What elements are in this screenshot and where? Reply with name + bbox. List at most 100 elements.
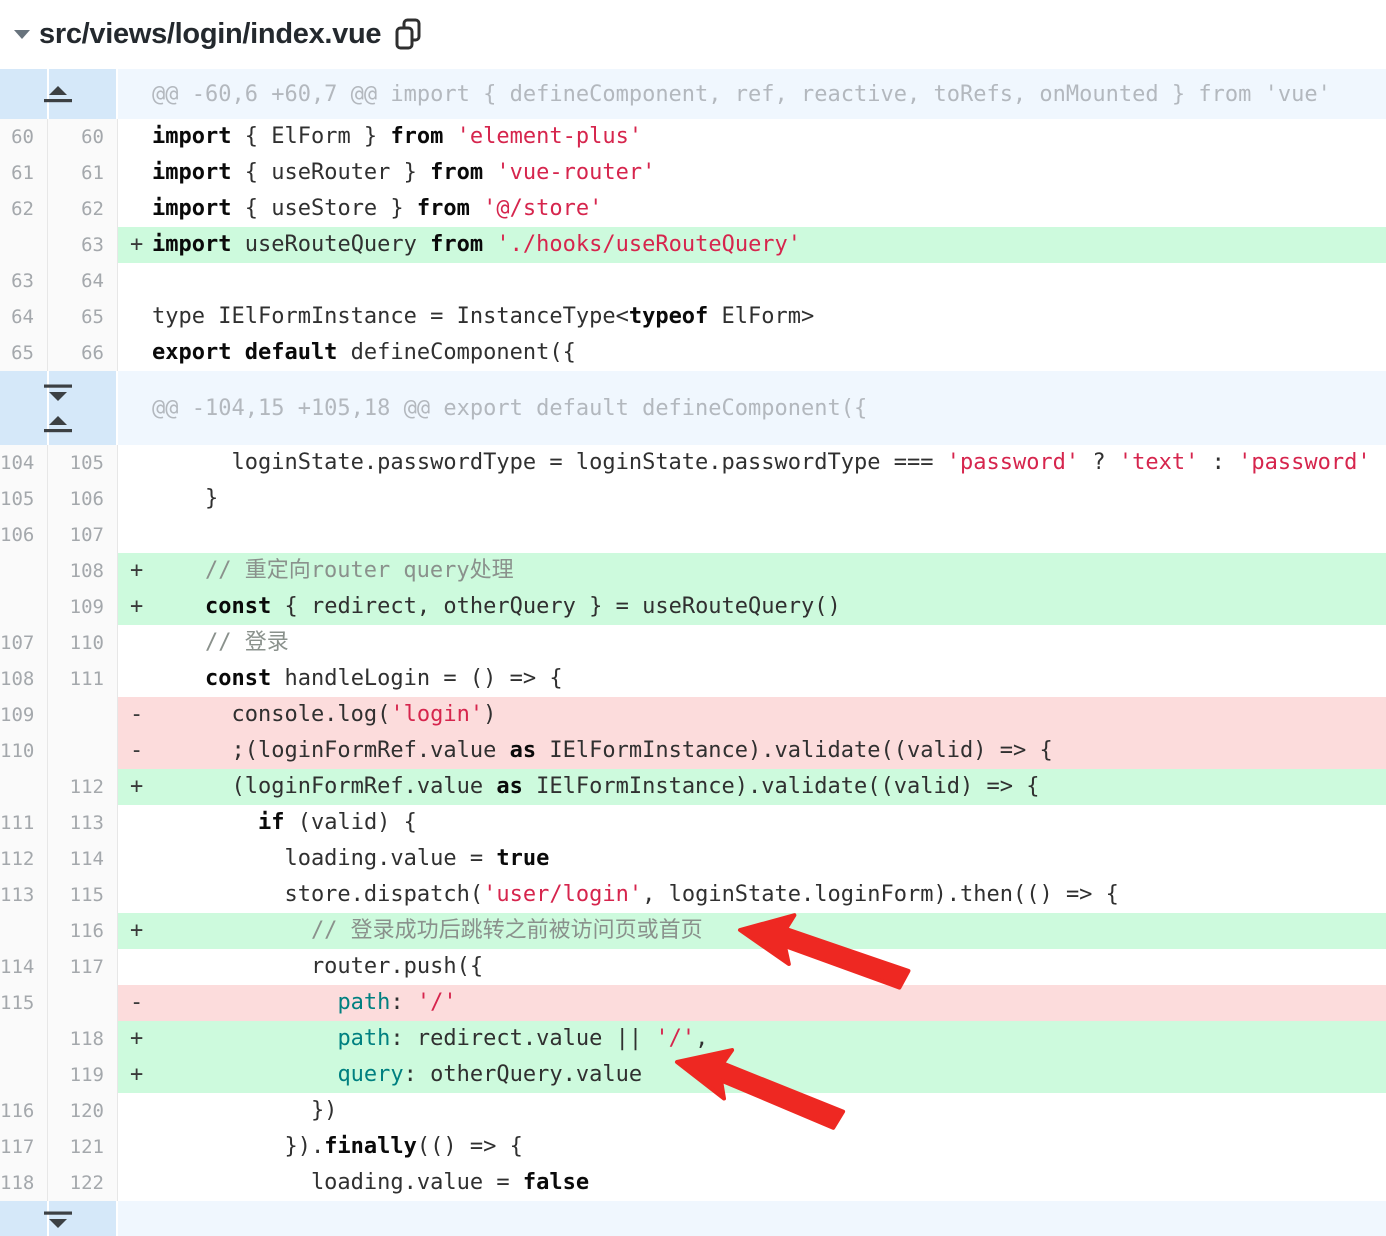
new-line-number[interactable]: 105 (48, 445, 118, 481)
new-line-number[interactable]: 66 (48, 335, 118, 371)
code-text: path: '/' (337, 990, 457, 1015)
code-text: // 登录 (152, 630, 289, 655)
new-line-number[interactable]: 106 (48, 481, 118, 517)
code-line: + (loginFormRef.value as IElFormInstance… (118, 769, 1386, 805)
new-line-number[interactable]: 111 (48, 661, 118, 697)
code-text: import useRouteQuery from './hooks/useRo… (152, 232, 802, 257)
code-line: const handleLogin = () => { (118, 661, 1386, 697)
expand-up-button[interactable] (43, 415, 73, 433)
new-line-number[interactable] (48, 985, 118, 1021)
old-line-number[interactable]: 108 (0, 661, 48, 697)
new-line-number[interactable]: 120 (48, 1093, 118, 1129)
expand-down-button[interactable] (43, 1211, 73, 1228)
new-line-number[interactable] (48, 697, 118, 733)
old-line-number[interactable]: 114 (0, 949, 48, 985)
old-line-number[interactable]: 63 (0, 263, 48, 299)
new-line-number[interactable]: 116 (48, 913, 118, 949)
old-line-number[interactable]: 112 (0, 841, 48, 877)
new-line-number[interactable]: 112 (48, 769, 118, 805)
diff-sign (130, 335, 152, 371)
diff-sign (130, 805, 152, 841)
code-text: type IElFormInstance = InstanceType<type… (152, 304, 815, 329)
diff-sign (130, 299, 152, 335)
new-line-number[interactable] (48, 733, 118, 769)
diff-line-added: 116 + // 登录成功后跳转之前被访问页或首页 (0, 913, 1386, 949)
expand-down-button[interactable] (43, 384, 73, 401)
old-line-number[interactable]: 107 (0, 625, 48, 661)
new-line-number[interactable]: 121 (48, 1129, 118, 1165)
diff-line-context: 104 105 loginState.passwordType = loginSt… (0, 445, 1386, 481)
code-line: + import useRouteQuery from './hooks/useR… (118, 227, 1386, 263)
code-text: loginState.passwordType = loginState.pas… (152, 450, 1371, 475)
copy-file-path-button[interactable] (393, 18, 423, 51)
old-line-number[interactable] (0, 553, 48, 589)
new-line-number[interactable]: 107 (48, 517, 118, 553)
old-line-number[interactable]: 62 (0, 191, 48, 227)
code-line: - ;(loginFormRef.value as IElFormInstanc… (118, 733, 1386, 769)
code-text: ;(loginFormRef.value as IElFormInstance)… (152, 738, 1053, 763)
old-line-number[interactable]: 61 (0, 155, 48, 191)
new-line-number[interactable]: 65 (48, 299, 118, 335)
code-text: loading.value = true (152, 846, 550, 871)
diff-sign: + (130, 558, 144, 583)
diff-sign (130, 1093, 152, 1129)
old-line-number[interactable] (0, 227, 48, 263)
old-line-number[interactable]: 116 (0, 1093, 48, 1129)
diff-table: @@ -60,6 +60,7 @@ import { defineCompone… (0, 69, 1386, 1236)
new-line-number[interactable]: 60 (48, 119, 118, 155)
old-line-number[interactable]: 105 (0, 481, 48, 517)
hunk-expander-row (0, 1201, 1386, 1236)
code-line: + const { redirect, otherQuery } = useRo… (118, 589, 1386, 625)
old-line-number[interactable]: 60 (0, 119, 48, 155)
hunk-expander-row: @@ -104,15 +105,18 @@ export default def… (0, 371, 1386, 445)
diff-sign (130, 445, 152, 481)
diff-line-context: 118 122 loading.value = false (0, 1165, 1386, 1201)
file-collapse-caret[interactable] (9, 22, 35, 48)
old-line-number[interactable]: 104 (0, 445, 48, 481)
code-line: import { ElForm } from 'element-plus' (118, 119, 1386, 155)
old-line-number[interactable]: 109 (0, 697, 48, 733)
old-line-number[interactable]: 64 (0, 299, 48, 335)
code-text: import { useStore } from '@/store' (152, 196, 603, 221)
diff-sign (130, 517, 152, 553)
new-line-number[interactable]: 110 (48, 625, 118, 661)
old-line-number[interactable]: 118 (0, 1165, 48, 1201)
code-text: // 登录成功后跳转之前被访问页或首页 (152, 918, 703, 943)
code-line: - path: '/' (118, 985, 1386, 1021)
new-line-number[interactable]: 115 (48, 877, 118, 913)
diff-line-context: 113 115 store.dispatch('user/login', logi… (0, 877, 1386, 913)
old-line-number[interactable]: 113 (0, 877, 48, 913)
new-line-number[interactable]: 117 (48, 949, 118, 985)
old-line-number[interactable] (0, 769, 48, 805)
diff-sign (130, 481, 152, 517)
old-line-number[interactable] (0, 589, 48, 625)
diff-line-added: 112 + (loginFormRef.value as IElFormInsta… (0, 769, 1386, 805)
new-line-number[interactable]: 64 (48, 263, 118, 299)
new-line-number[interactable]: 118 (48, 1021, 118, 1057)
old-line-number[interactable]: 115 (0, 985, 48, 1021)
new-line-number[interactable]: 109 (48, 589, 118, 625)
new-line-number[interactable]: 108 (48, 553, 118, 589)
old-line-number[interactable]: 65 (0, 335, 48, 371)
diff-sign: + (130, 1026, 144, 1051)
old-line-number[interactable]: 111 (0, 805, 48, 841)
new-line-number[interactable]: 61 (48, 155, 118, 191)
code-text: // 重定向router query处理 (152, 558, 514, 583)
expand-up-button[interactable] (43, 85, 73, 103)
new-line-number[interactable]: 114 (48, 841, 118, 877)
diff-sign (130, 119, 152, 155)
old-line-number[interactable] (0, 913, 48, 949)
code-text: const handleLogin = () => { (204, 666, 563, 691)
new-line-number[interactable]: 62 (48, 191, 118, 227)
old-line-number[interactable]: 106 (0, 517, 48, 553)
old-line-number[interactable]: 110 (0, 733, 48, 769)
diff-sign: - (130, 738, 144, 763)
old-line-number[interactable]: 117 (0, 1129, 48, 1165)
new-line-number[interactable]: 63 (48, 227, 118, 263)
new-line-number[interactable]: 113 (48, 805, 118, 841)
old-line-number[interactable] (0, 1021, 48, 1057)
new-line-number[interactable]: 122 (48, 1165, 118, 1201)
old-line-number[interactable] (0, 1057, 48, 1093)
code-text: store.dispatch('user/login', loginState.… (152, 882, 1119, 907)
new-line-number[interactable]: 119 (48, 1057, 118, 1093)
